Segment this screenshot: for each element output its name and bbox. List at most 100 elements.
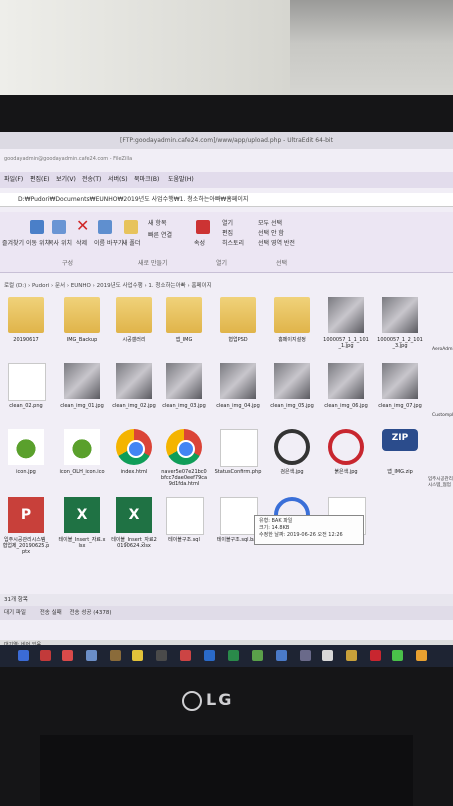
ring-red-thumbnail-icon	[328, 429, 364, 465]
menu-tab-help[interactable]: 도움말(H)	[168, 174, 194, 183]
taskbar-app-icon[interactable]	[132, 650, 143, 661]
taskbar-app-icon[interactable]	[392, 650, 403, 661]
background-window	[0, 0, 290, 95]
file-name: StatusConfirm.php	[214, 469, 262, 475]
select-all-button[interactable]: 모두 선택	[258, 218, 282, 227]
file-tile[interactable]: IMG_Backup	[58, 297, 106, 365]
file-tile[interactable]: 1000057_1_2_101_3.jpg	[376, 297, 424, 365]
taskbar-app-icon[interactable]	[180, 650, 191, 661]
file-name: 협업PSD	[228, 337, 248, 343]
taskbar-app-icon[interactable]	[110, 650, 121, 661]
breadcrumb[interactable]: 로컬 (D:) › Pudori › 문서 › EUNHO › 2019년도 사…	[0, 280, 453, 292]
file-tile[interactable]: 테이블구조.sql	[160, 497, 208, 565]
taskbar-app-icon[interactable]	[300, 650, 311, 661]
file-tile[interactable]: clean_02.png	[2, 363, 50, 431]
copy-icon[interactable]	[52, 220, 66, 234]
tab-success[interactable]: 전송 성공 (4378)	[70, 610, 112, 616]
file-tile[interactable]: StatusConfirm.php	[214, 429, 262, 497]
file-tile[interactable]: naver5e07e21bc0bfcc7dae0eef79ca9d1fda.ht…	[160, 429, 208, 497]
rename-icon[interactable]	[98, 220, 112, 234]
file-tile[interactable]: clean_img_02.jpg	[110, 363, 158, 431]
new-folder-button[interactable]: 새 폴더	[122, 238, 140, 247]
edit-button[interactable]: 편집	[222, 228, 233, 237]
file-tile[interactable]: 협업PSD	[214, 297, 262, 365]
file-tile[interactable]: 홈페이지설정	[268, 297, 316, 365]
menu-tab-edit[interactable]: 편집(E)	[30, 174, 50, 183]
taskbar-app-icon[interactable]	[228, 650, 239, 661]
file-name: 검은색.jpg	[280, 469, 304, 475]
file-tile[interactable]: 붉은색.jpg	[322, 429, 370, 497]
file-tile[interactable]: X 테이블_Insert_자료.xlsx	[58, 497, 106, 565]
file-tile[interactable]: icon_OLH_icon.ico	[58, 429, 106, 497]
rename-button[interactable]: 이름 바꾸기	[94, 238, 124, 247]
delete-icon[interactable]: ✕	[76, 216, 89, 235]
tooltip-date: 수정한 날짜: 2019-06-26 오전 12:26	[259, 532, 343, 538]
file-tile[interactable]: 앱_IMG	[160, 297, 208, 365]
delete-button[interactable]: 삭제	[76, 238, 87, 247]
file-tile[interactable]: ZIP 앱_IMG.zip	[376, 429, 424, 497]
copy-button[interactable]: 복사 위치	[48, 238, 72, 247]
file-name: clean_img_06.jpg	[324, 403, 368, 409]
file-tile[interactable]: index.html	[110, 429, 158, 497]
taskbar-app-icon[interactable]	[370, 650, 381, 661]
move-icon[interactable]	[30, 220, 44, 234]
taskbar-app-icon[interactable]	[156, 650, 167, 661]
file-tile[interactable]: clean_img_03.jpg	[160, 363, 208, 431]
file-name: clean_img_03.jpg	[162, 403, 206, 409]
invert-selection-button[interactable]: 선택 영역 반전	[258, 238, 295, 247]
new-item-button[interactable]: 새 항목	[148, 218, 166, 227]
quick-connect-button[interactable]: 빠른 연결	[148, 230, 172, 239]
tab-queued[interactable]: 대기 파일	[4, 610, 26, 616]
xls-thumbnail-icon: X	[116, 497, 152, 533]
file-tile[interactable]: 검은색.jpg	[268, 429, 316, 497]
file-tile[interactable]: clean_img_05.jpg	[268, 363, 316, 431]
taskbar-app-icon[interactable]	[322, 650, 333, 661]
photo-thumbnail-icon	[274, 363, 310, 399]
file-tile[interactable]: clean_img_07.jpg	[376, 363, 424, 431]
taskbar-app-icon[interactable]	[204, 650, 215, 661]
right-column-item[interactable]: Customphp	[432, 413, 453, 419]
lg-logo: LG	[182, 690, 272, 714]
address-bar[interactable]: D:₩Pudori₩Documents₩EUNHO₩2019년도 사업수행₩1.…	[0, 193, 453, 207]
menu-tab-view[interactable]: 보기(V)	[56, 174, 76, 183]
move-button[interactable]: 이동 위치	[26, 238, 50, 247]
menu-tab-file[interactable]: 파일(F)	[4, 174, 23, 183]
new-folder-icon[interactable]	[124, 220, 138, 234]
ppt-thumbnail-icon: P	[8, 497, 44, 533]
file-tile[interactable]: 20190617	[2, 297, 50, 365]
taskbar-app-icon[interactable]	[18, 650, 29, 661]
file-tile[interactable]: icon.jpg	[2, 429, 50, 497]
properties-icon[interactable]	[196, 220, 210, 234]
open-button[interactable]: 열기	[222, 218, 233, 227]
menu-tab-bookmark[interactable]: 북마크(B)	[134, 174, 159, 183]
menu-tab-server[interactable]: 서버(S)	[108, 174, 128, 183]
file-name: 테이블_Insert_자료.xlsx	[58, 537, 106, 549]
right-column-item[interactable]: AeroAdmin	[432, 347, 453, 353]
file-tile[interactable]: clean_img_04.jpg	[214, 363, 262, 431]
properties-button[interactable]: 속성	[194, 238, 205, 247]
zip-thumbnail-icon: ZIP	[382, 429, 418, 451]
file-tile[interactable]: clean_img_01.jpg	[58, 363, 106, 431]
file-tile[interactable]: clean_img_06.jpg	[322, 363, 370, 431]
select-none-button[interactable]: 선택 안 함	[258, 228, 284, 237]
history-button[interactable]: 히스토리	[222, 238, 244, 247]
taskbar-app-icon[interactable]	[416, 650, 427, 661]
taskbar-app-icon[interactable]	[86, 650, 97, 661]
photo-thumbnail-icon	[64, 363, 100, 399]
folder-thumbnail-icon	[274, 297, 310, 333]
file-tile[interactable]: 1000057_1_1_101_1.jpg	[322, 297, 370, 365]
taskbar-app-icon[interactable]	[40, 650, 51, 661]
file-tile[interactable]: X 테이블_Insert_자료20190624.xlsx	[110, 497, 158, 565]
taskbar-app-icon[interactable]	[62, 650, 73, 661]
taskbar-app-icon[interactable]	[346, 650, 357, 661]
taskbar-app-icon[interactable]	[276, 650, 287, 661]
file-tile[interactable]: P 입주시공관리시스템_협업제_20190625.pptx	[2, 497, 50, 565]
right-column-item[interactable]: 입주시공관리시스템_협업	[428, 477, 453, 489]
file-tile[interactable]: 시공갤러리	[110, 297, 158, 365]
taskbar-app-icon[interactable]	[252, 650, 263, 661]
favorites-label[interactable]: 즐겨찾기	[2, 238, 24, 247]
photo-thumbnail-icon	[166, 363, 202, 399]
file-name: icon.jpg	[16, 469, 36, 475]
tab-failed[interactable]: 전송 실패	[40, 610, 62, 616]
menu-tab-transfer[interactable]: 전송(T)	[82, 174, 101, 183]
